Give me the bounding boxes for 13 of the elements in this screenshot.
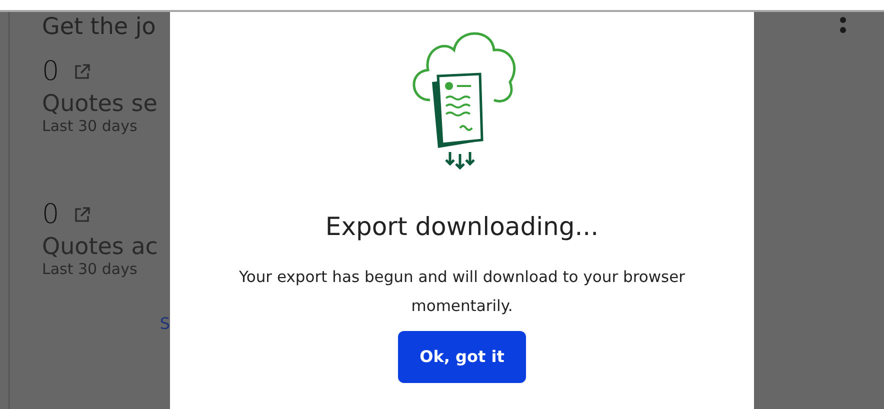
section-heading: Get the jo: [42, 14, 157, 40]
external-link-icon[interactable]: [73, 62, 92, 80]
confirm-button[interactable]: Ok, got it: [398, 331, 526, 383]
stat-value: 0: [42, 199, 60, 230]
stat-period: Last 30 days: [42, 117, 138, 135]
external-link-icon[interactable]: [73, 206, 92, 224]
stat-label: Quotes se: [42, 91, 158, 117]
stat-value: 0: [42, 56, 60, 87]
modal-title: Export downloading...: [325, 212, 599, 241]
modal-message: Your export has begun and will download to your browser momentarily.: [238, 267, 686, 317]
more-options-icon[interactable]: [839, 16, 847, 36]
stat-label: Quotes ac: [42, 234, 159, 260]
stat-period: Last 30 days: [42, 260, 138, 278]
